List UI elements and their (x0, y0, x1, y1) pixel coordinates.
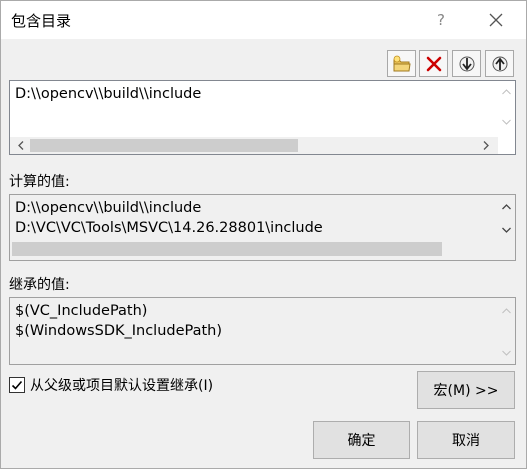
edit-list-line[interactable]: D:\\opencv\\build\\include (15, 84, 201, 104)
computed-hscrollbar[interactable] (12, 241, 500, 257)
close-button[interactable] (473, 1, 519, 39)
hscroll-thumb[interactable] (30, 139, 298, 152)
inherited-lines: $(VC_IncludePath) $(WindowsSDK_IncludePa… (15, 301, 222, 341)
scroll-down-icon[interactable] (498, 221, 515, 238)
include-directories-dialog: 包含目录 ? D:\\opencv\\build\\include 计算的值: … (0, 0, 527, 469)
inherited-line: $(WindowsSDK_IncludePath) (15, 323, 223, 339)
help-button[interactable]: ? (421, 1, 461, 39)
checkmark-icon (11, 380, 23, 390)
scroll-down-icon[interactable] (498, 344, 515, 361)
hscroll-thumb[interactable] (12, 242, 442, 256)
arrow-down-icon (459, 56, 474, 71)
window-title: 包含目录 (11, 12, 72, 30)
inherited-values-label: 继承的值: (9, 277, 70, 293)
folder-new-icon (393, 55, 411, 71)
help-icon: ? (437, 11, 445, 29)
computed-vscrollbar[interactable] (498, 195, 515, 243)
inherit-checkbox-label[interactable]: 从父级或项目默认设置继承(I) (30, 375, 213, 395)
edit-list-lines: D:\\opencv\\build\\include (15, 84, 201, 104)
move-down-button[interactable] (452, 50, 481, 77)
scroll-right-icon[interactable] (477, 137, 494, 154)
cancel-button[interactable]: 取消 (417, 421, 515, 459)
move-up-button[interactable] (485, 50, 514, 77)
inherited-vscrollbar[interactable] (498, 298, 515, 364)
edit-list-vscrollbar[interactable] (498, 81, 515, 137)
scroll-up-icon[interactable] (498, 198, 515, 215)
arrow-up-icon (492, 56, 507, 71)
red-x-icon (426, 56, 441, 71)
scroll-up-icon[interactable] (498, 302, 515, 319)
inherit-checkbox[interactable] (9, 377, 25, 393)
title-bar: 包含目录 ? (1, 1, 526, 39)
computed-values-list[interactable]: D:\\opencv\\build\\include D:\VC\VC\Tool… (9, 194, 516, 261)
ok-button[interactable]: 确定 (313, 421, 410, 459)
computed-line: D:\\opencv\\build\\include (15, 200, 202, 216)
inherited-values-list[interactable]: $(VC_IncludePath) $(WindowsSDK_IncludePa… (9, 297, 516, 365)
inherited-line: $(VC_IncludePath) (15, 303, 148, 319)
macros-button[interactable]: 宏(M) >> (417, 371, 515, 409)
computed-lines: D:\\opencv\\build\\include D:\VC\VC\Tool… (15, 198, 323, 238)
delete-line-button[interactable] (419, 50, 448, 77)
scroll-left-icon[interactable] (12, 137, 29, 154)
scroll-down-icon[interactable] (498, 113, 515, 130)
computed-line: D:\VC\VC\Tools\MSVC\14.26.28801\include (15, 220, 323, 236)
inherit-checkbox-row[interactable]: 从父级或项目默认设置继承(I) (9, 375, 213, 395)
scroll-up-icon[interactable] (498, 83, 515, 100)
directory-edit-list[interactable]: D:\\opencv\\build\\include (9, 80, 516, 155)
new-line-button[interactable] (387, 50, 416, 77)
computed-values-label: 计算的值: (9, 174, 70, 190)
edit-list-hscrollbar[interactable] (10, 137, 498, 154)
close-icon (489, 13, 503, 27)
